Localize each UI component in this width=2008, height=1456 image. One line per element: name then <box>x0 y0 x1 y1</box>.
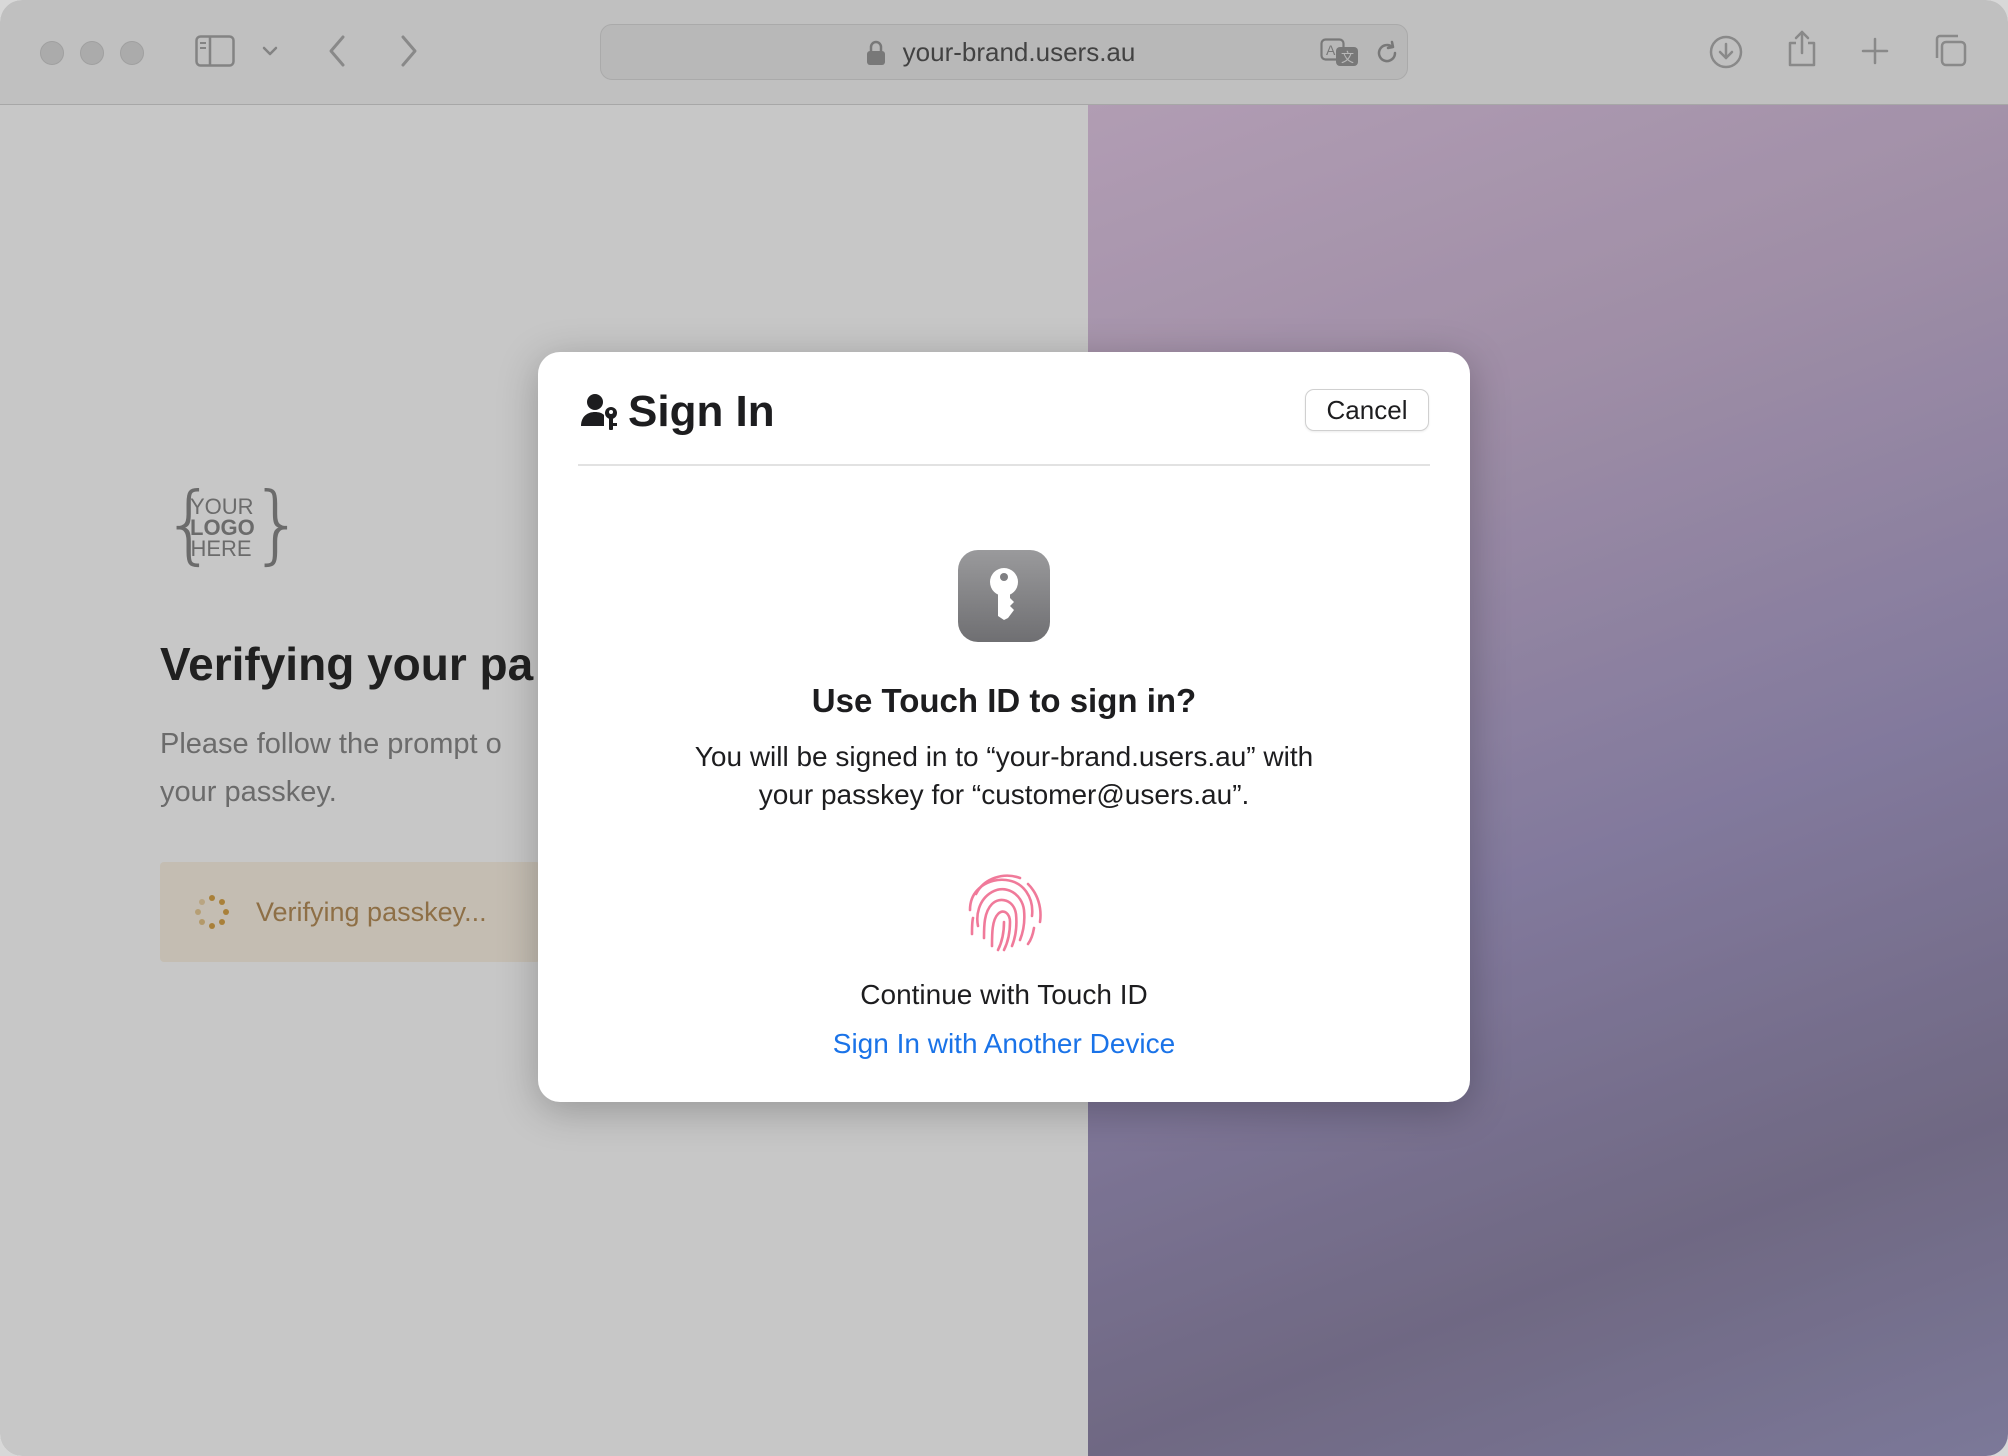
dialog-body-line-2: your passkey for “customer@users.au”. <box>758 779 1250 810</box>
dialog-title: Sign In <box>628 387 775 436</box>
dialog-body-line-1: You will be signed in to “your-brand.use… <box>694 741 1314 772</box>
passkey-sign-in-dialog: Sign In Cancel Use Touch ID to sign in? … <box>538 352 1470 1102</box>
key-icon <box>958 550 1050 642</box>
cancel-button[interactable]: Cancel <box>1305 389 1429 431</box>
person-key-icon <box>580 392 620 432</box>
dialog-divider <box>578 464 1430 466</box>
fingerprint-icon[interactable] <box>958 864 1050 956</box>
dialog-question: Use Touch ID to sign in? <box>811 682 1197 719</box>
dialog-body: You will be signed in to “your-brand.use… <box>638 738 1370 814</box>
browser-window: your-brand.users.au A文 { YOUR LOGO HERE … <box>0 0 2008 1456</box>
sign-in-another-device-link[interactable]: Sign In with Another Device <box>538 1028 1470 1060</box>
continue-touch-id-label: Continue with Touch ID <box>860 979 1148 1010</box>
